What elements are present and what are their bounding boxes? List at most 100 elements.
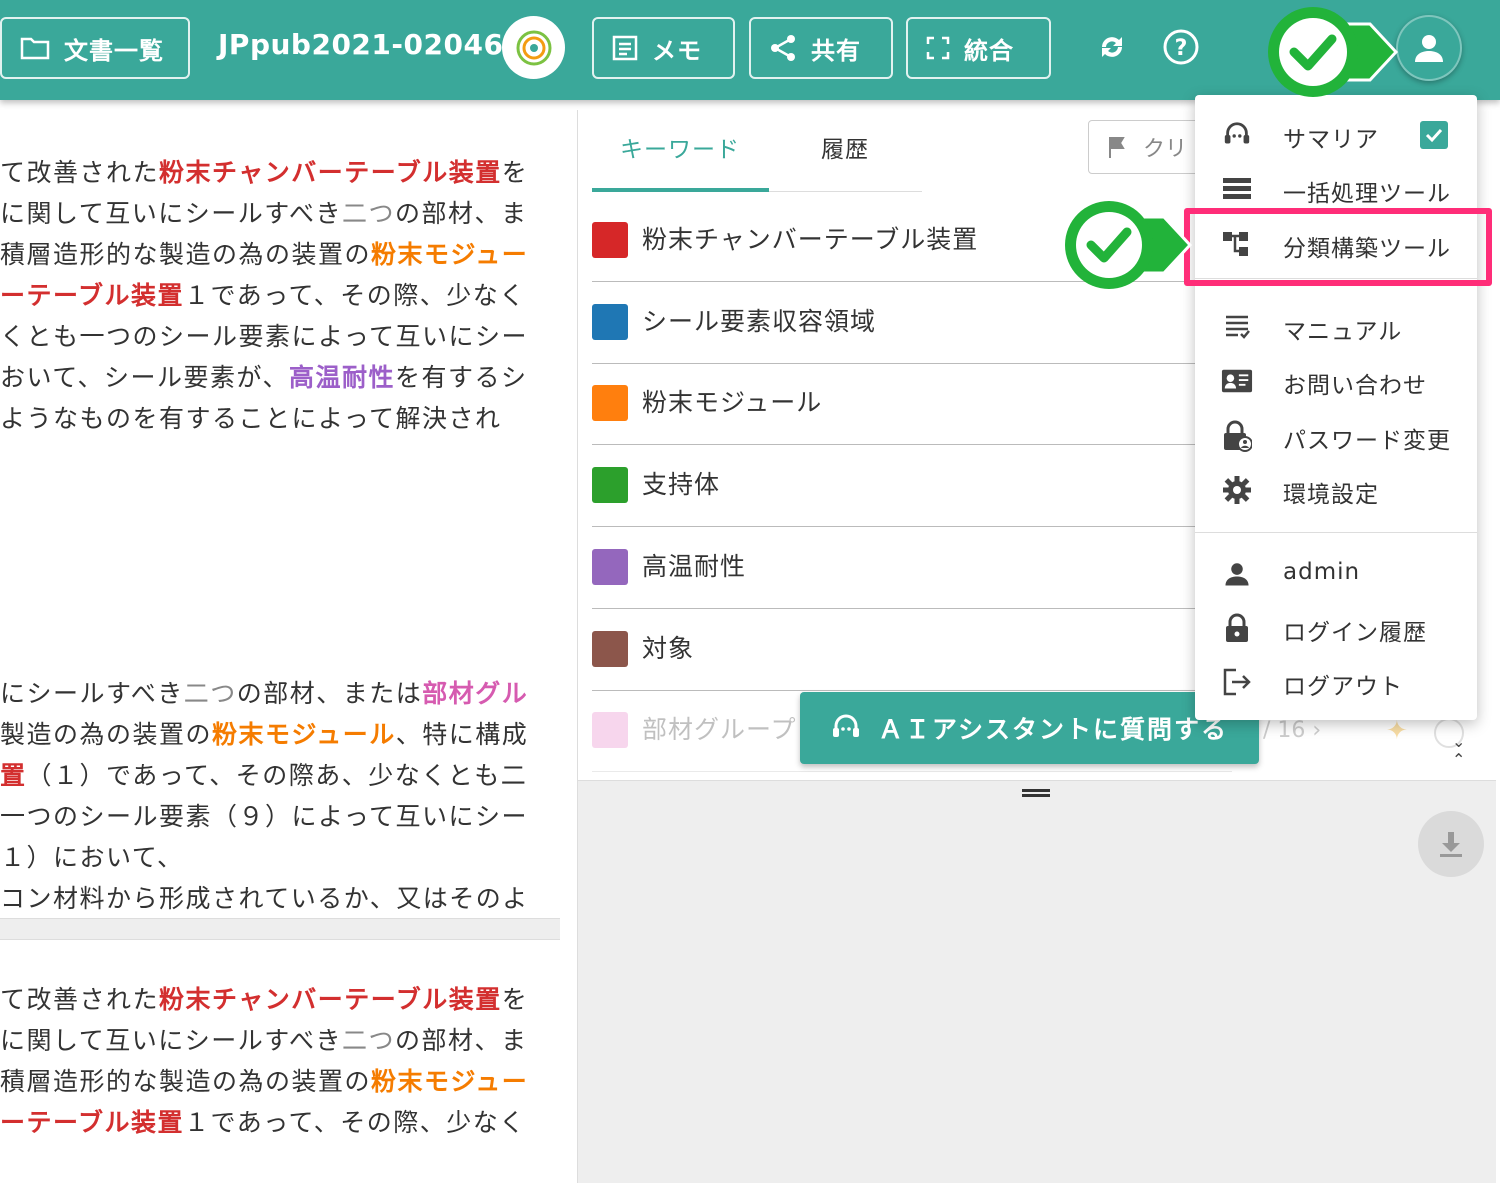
keyword-highlight[interactable]: 二つ [342,199,395,228]
keyword-pager[interactable]: / 16 › [1263,718,1321,743]
lock-person-icon [1221,420,1253,452]
keyword-label: 粉末チャンバーテーブル装置 [642,225,979,254]
support-agent-icon [833,714,859,737]
text-segment: に関して互いにシールすべき [0,1026,343,1055]
text-segment: 製造の為の装置の [0,720,213,749]
text-segment: 積層造形的な製造の為の装置の [0,1067,372,1096]
share-icon [769,34,797,62]
share-button[interactable]: 共有 [749,17,893,79]
memo-button[interactable]: メモ [592,17,735,79]
keyword-highlight[interactable]: 高温耐性 [289,363,395,392]
merge-button[interactable]: 統合 [906,17,1051,79]
chevron-down-icon[interactable]: ⌄ [1452,732,1465,751]
menu-item-settings[interactable]: 環境設定 [1195,463,1477,517]
user-icon [1221,558,1253,590]
text-segment: （１）であって、その際あ、少なくとも二 [26,761,528,790]
folder-icon [20,35,50,61]
document-list-label: 文書一覧 [64,36,164,65]
keyword-color-swatch[interactable] [592,712,628,749]
text-segment: 一つのシール要素（９）によって互いにシー [0,802,529,831]
clear-label: クリ [1143,137,1188,162]
text-line: 置（１）であって、その際あ、少なくとも二 [0,755,529,796]
user-icon [1415,35,1443,62]
text-segment: て改善された [0,985,160,1014]
keyword-label: 対象 [642,633,695,663]
menu-item-user[interactable]: admin [1195,547,1477,601]
ai-assistant-button[interactable]: ＡＩアシスタントに質問する [800,692,1259,764]
document-paragraph: て改善された粉末チャンバーテーブル装置を に関して互いにシールすべき二つの部材、ま… [0,152,528,439]
text-segment: くとも一つのシール要素によって互いにシー [0,322,529,351]
menu-item-summaria[interactable]: サマリア [1195,108,1477,162]
lower-pane [578,780,1496,1183]
keyword-highlight[interactable]: 二つ [184,679,237,708]
text-segment: を有するシ [395,363,528,392]
sparkle-icon[interactable]: ✦ [1386,716,1408,746]
text-line: 積層造形的な製造の為の装置の粉末モジュー [0,1061,528,1102]
keyword-row[interactable]: 支持体 [592,445,1232,528]
text-line: ーテーブル装置１であって、その際、少なく [0,1102,528,1143]
check-arrow-badge [1062,197,1194,297]
download-button[interactable] [1418,811,1484,877]
text-segment: おいて、シール要素が、 [0,363,290,392]
keyword-highlight[interactable]: 粉末チャンバーテーブル装置 [159,985,502,1014]
keyword-highlight[interactable]: 粉末チャンバーテーブル装置 [159,158,502,187]
keyword-highlight[interactable]: 置 [0,761,27,790]
keyword-label: 粉末モジュール [642,388,823,418]
keyword-highlight[interactable]: ーテーブル装置 [0,281,184,310]
menu-item-logout[interactable]: ログアウト [1195,655,1477,709]
svg-text:?: ? [1175,36,1188,61]
menu-item-login-history[interactable]: ログイン履歴 [1195,601,1477,655]
keyword-color-swatch[interactable] [592,467,628,504]
menu-label: お問い合わせ [1283,373,1427,399]
menu-label: ログイン履歴 [1283,620,1427,646]
keyword-row[interactable]: 対象 [592,609,1232,691]
chevron-up-icon[interactable]: ⌃ [1452,750,1465,769]
keyword-color-swatch[interactable] [592,385,628,422]
document-title: JPpub2021-020465 [218,28,524,61]
keyword-highlight[interactable]: 粉末モジュー [371,240,528,269]
keyword-highlight[interactable]: 粉末モジュール [212,720,396,749]
sync-icon[interactable] [1092,27,1132,67]
help-icon[interactable]: ? [1161,27,1201,67]
keyword-highlight[interactable]: ーテーブル装置 [0,1108,184,1137]
tab-active-indicator [592,188,769,192]
keyword-highlight[interactable]: 二つ [342,1026,395,1055]
menu-label: 一括処理ツール [1283,181,1451,207]
keyword-highlight[interactable]: 部材グル [422,679,528,708]
menu-item-password-change[interactable]: パスワード変更 [1195,409,1477,463]
merge-label: 統合 [964,36,1014,65]
menu-item-contact[interactable]: お問い合わせ [1195,354,1477,408]
contact-card-icon [1221,365,1253,397]
keyword-row[interactable]: 粉末モジュール [592,363,1232,446]
keyword-row[interactable]: 高温耐性 [592,527,1232,609]
text-line: 積層造形的な製造の為の装置の粉末モジュー [0,234,528,275]
check-arrow-badge [1264,4,1400,106]
menu-divider [1195,532,1477,533]
app-logo[interactable] [502,16,565,79]
text-segment: て改善された [0,158,160,187]
tab-history[interactable]: 履歴 [821,130,869,164]
memo-label: メモ [652,36,702,65]
keyword-highlight[interactable]: 粉末モジュー [371,1067,528,1096]
checkbox-checked-icon[interactable] [1420,121,1448,149]
tab-keywords[interactable]: キーワード [620,130,740,164]
pane-splitter-handle[interactable] [1022,789,1050,797]
share-label: 共有 [811,36,861,65]
ai-assistant-label: ＡＩアシスタントに質問する [878,715,1229,744]
document-paragraph: にシールすべき二つの部材、または部材グル 製造の為の装置の粉末モジュール、特に構成… [0,673,529,919]
keyword-color-swatch[interactable] [592,303,628,340]
keyword-label: 高温耐性 [642,551,747,581]
keyword-color-swatch[interactable] [592,548,628,585]
text-line: １）において、 [0,837,529,878]
keyword-color-swatch[interactable] [592,222,628,258]
text-line: おいて、シール要素が、高温耐性を有するシ [0,357,528,398]
text-segment: にシールすべき [0,679,184,708]
menu-item-manual[interactable]: マニュアル [1195,300,1477,354]
user-menu-button[interactable] [1396,15,1462,81]
text-segment: 積層造形的な製造の為の装置の [0,240,372,269]
document-list-button[interactable]: 文書一覧 [0,17,190,79]
spiral-logo-icon [516,30,551,65]
menu-label: マニュアル [1283,319,1403,345]
keyword-color-swatch[interactable] [592,630,628,667]
text-segment: に関して互いにシールすべき [0,199,343,228]
